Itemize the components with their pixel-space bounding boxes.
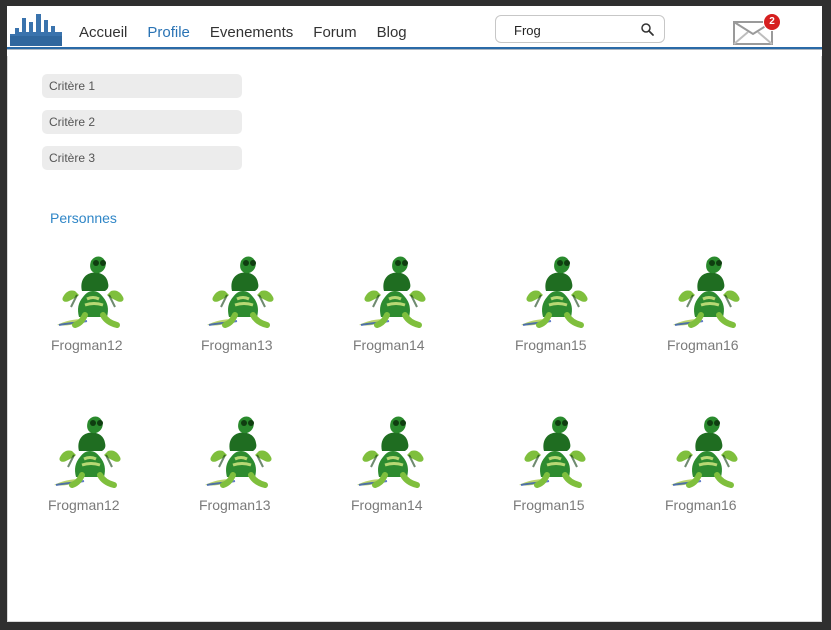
frog-avatar-image[interactable]: [511, 239, 603, 331]
nav-item-evenements[interactable]: Evenements: [210, 24, 293, 41]
frog-avatar-image[interactable]: [663, 239, 755, 331]
criteria-item-1[interactable]: Critère 1: [42, 74, 242, 98]
search-icon[interactable]: [640, 22, 654, 36]
people-section-title: Personnes: [50, 210, 117, 226]
person-card[interactable]: Frogman13: [197, 239, 307, 359]
logo: [10, 8, 62, 46]
person-card[interactable]: Frogman14: [347, 399, 457, 519]
person-name[interactable]: Frogman12: [51, 337, 123, 353]
frog-avatar-image[interactable]: [349, 239, 441, 331]
person-card[interactable]: Frogman12: [44, 399, 154, 519]
criteria-item-2[interactable]: Critère 2: [42, 110, 242, 134]
person-card[interactable]: Frogman16: [661, 399, 771, 519]
criteria-item-3[interactable]: Critère 3: [42, 146, 242, 170]
person-name[interactable]: Frogman15: [513, 497, 585, 513]
frog-avatar-image[interactable]: [44, 399, 136, 491]
main-nav: Accueil Profile Evenements Forum Blog: [79, 24, 407, 41]
person-name[interactable]: Frogman13: [201, 337, 273, 353]
frog-avatar-image[interactable]: [195, 399, 287, 491]
person-name[interactable]: Frogman12: [48, 497, 120, 513]
person-card[interactable]: Frogman15: [509, 399, 619, 519]
person-name[interactable]: Frogman14: [353, 337, 425, 353]
unread-badge: 2: [764, 14, 780, 30]
person-name[interactable]: Frogman13: [199, 497, 271, 513]
nav-item-forum[interactable]: Forum: [313, 24, 356, 41]
frog-avatar-image[interactable]: [509, 399, 601, 491]
person-name[interactable]: Frogman14: [351, 497, 423, 513]
person-card[interactable]: Frogman15: [511, 239, 621, 359]
person-card[interactable]: Frogman13: [195, 399, 305, 519]
person-card[interactable]: Frogman12: [47, 239, 157, 359]
nav-item-blog[interactable]: Blog: [377, 24, 407, 41]
window-frame: Accueil Profile Evenements Forum Blog Fr…: [0, 0, 831, 630]
nav-item-accueil[interactable]: Accueil: [79, 24, 127, 41]
frog-avatar-image[interactable]: [661, 399, 753, 491]
person-card[interactable]: Frogman16: [663, 239, 773, 359]
people-grid: Frogman12 Frogman13 Frogman14 Frogman15 …: [44, 239, 787, 519]
nav-item-profile[interactable]: Profile: [147, 24, 190, 41]
person-name[interactable]: Frogman15: [515, 337, 587, 353]
top-navigation: Accueil Profile Evenements Forum Blog Fr…: [7, 6, 822, 56]
person-name[interactable]: Frogman16: [665, 497, 737, 513]
nav-underline: [7, 47, 822, 56]
frog-avatar-image[interactable]: [47, 239, 139, 331]
person-name[interactable]: Frogman16: [667, 337, 739, 353]
search-box[interactable]: [495, 15, 665, 43]
criteria-list: Critère 1 Critère 2 Critère 3: [42, 74, 242, 182]
app-window: Accueil Profile Evenements Forum Blog Fr…: [7, 6, 822, 622]
frog-avatar-image[interactable]: [197, 239, 289, 331]
person-card[interactable]: Frogman14: [349, 239, 459, 359]
frog-avatar-image[interactable]: [347, 399, 439, 491]
search-input[interactable]: [512, 20, 636, 40]
